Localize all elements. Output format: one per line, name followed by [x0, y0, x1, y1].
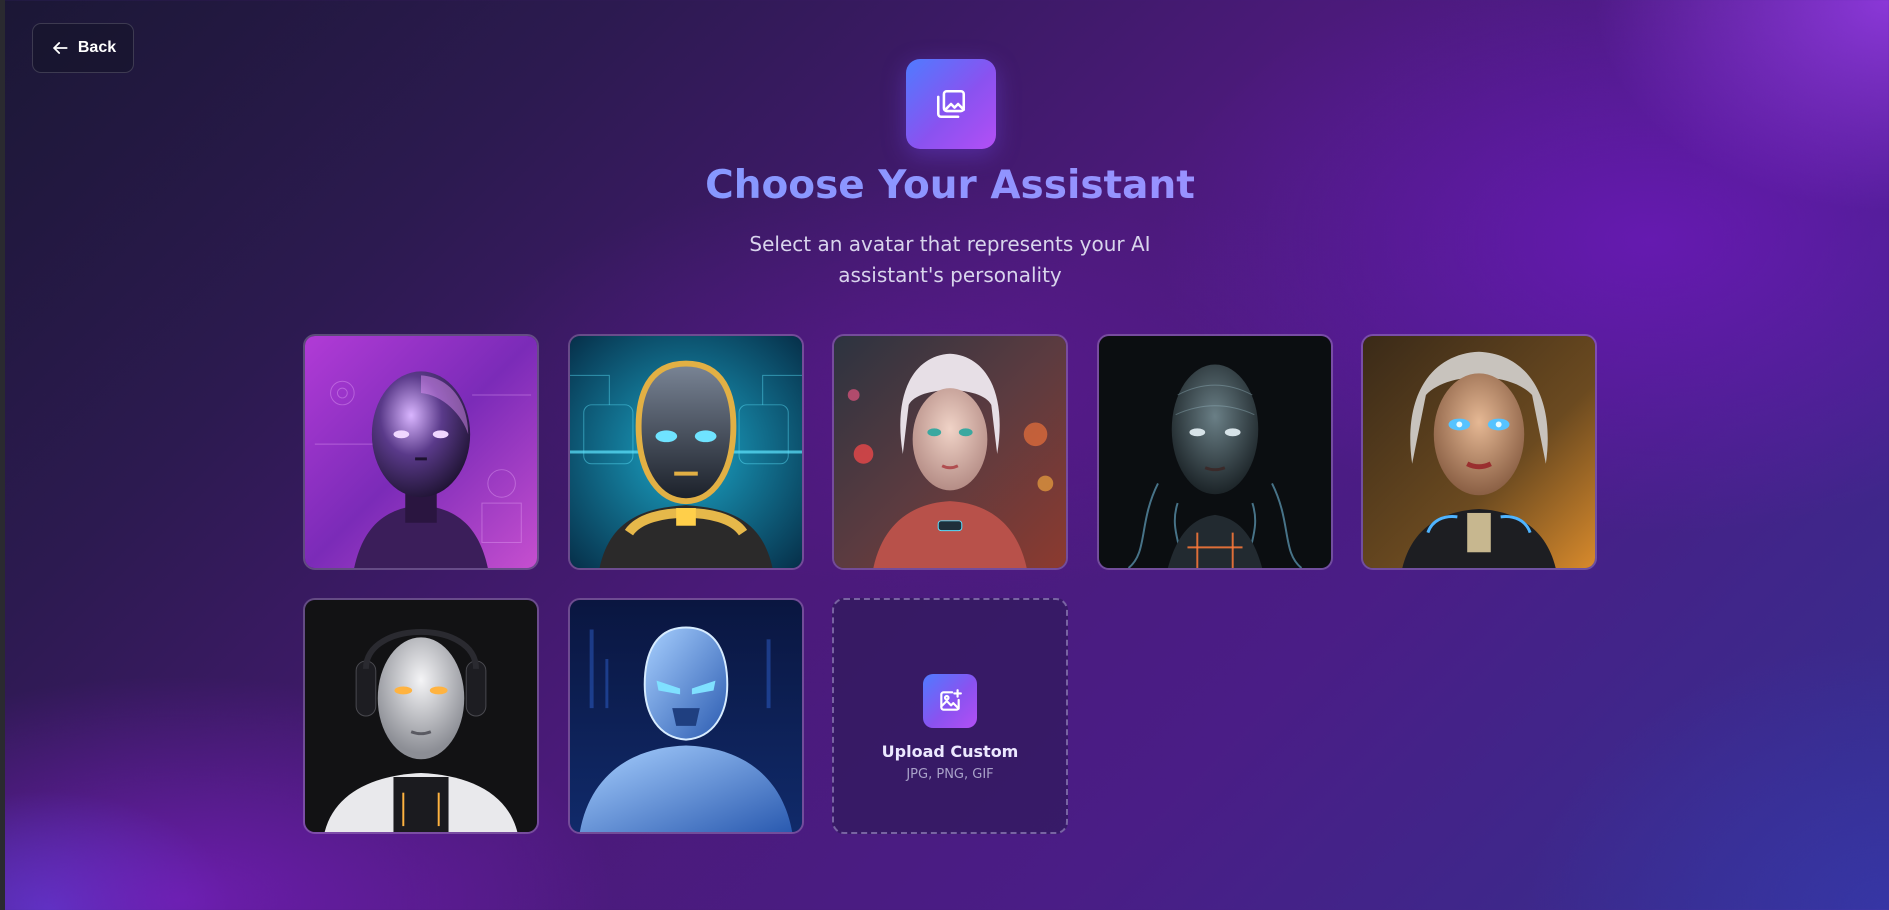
avatar-option-5[interactable] — [1361, 334, 1597, 570]
gold-robot-avatar-image — [570, 336, 802, 568]
avatar-option-6[interactable] — [303, 598, 539, 834]
avatar-option-2[interactable] — [568, 334, 804, 570]
image-stack-icon — [906, 59, 996, 149]
white-android-avatar-image — [305, 600, 537, 832]
dark-cyborg-avatar-image — [1099, 336, 1331, 568]
blue-eyed-android-avatar-image — [1363, 336, 1595, 568]
page-title: Choose Your Assistant — [0, 163, 1889, 208]
back-button[interactable]: Back — [32, 23, 134, 73]
back-label: Back — [77, 39, 117, 56]
avatar-option-7[interactable] — [568, 598, 804, 834]
upload-custom-label: Upload Custom — [881, 742, 1019, 761]
avatar-option-1[interactable] — [303, 334, 539, 570]
silver-hair-cyborg-avatar-image — [834, 336, 1066, 568]
page-subtitle: Select an avatar that represents your AI… — [749, 232, 1151, 287]
image-plus-icon — [923, 674, 977, 728]
blue-armored-robot-avatar-image — [570, 600, 802, 832]
purple-robot-avatar-image — [305, 336, 537, 568]
window-edge — [0, 0, 5, 910]
arrow-left-icon — [53, 42, 68, 54]
avatar-option-3[interactable] — [832, 334, 1068, 570]
upload-custom-button[interactable]: Upload Custom JPG, PNG, GIF — [832, 598, 1068, 834]
upload-format-hint: JPG, PNG, GIF — [906, 767, 994, 782]
avatar-option-4[interactable] — [1097, 334, 1333, 570]
